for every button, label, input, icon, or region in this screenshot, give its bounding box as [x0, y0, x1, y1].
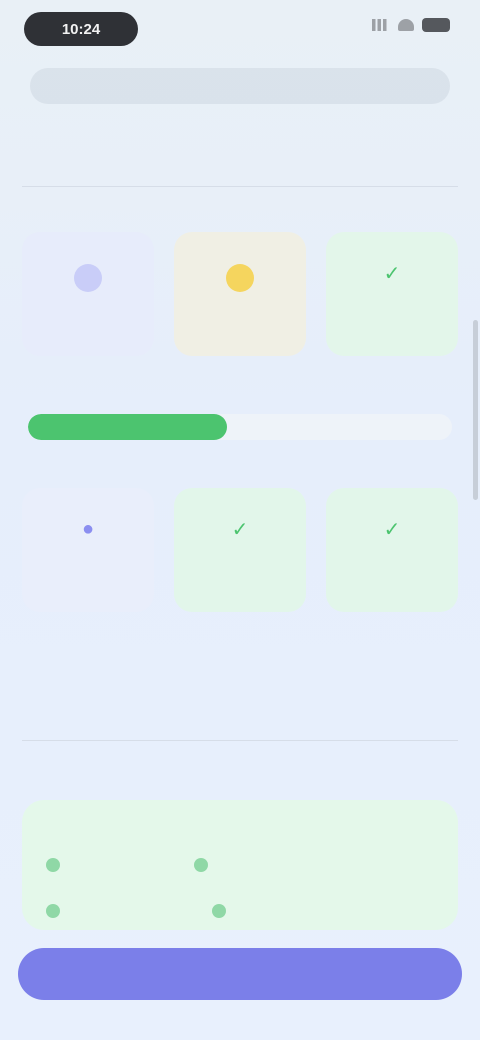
- progress-label: [28, 394, 452, 410]
- progress-bar: [28, 414, 452, 440]
- status-bar: 10:24: [0, 0, 480, 60]
- check-icon: [194, 858, 208, 872]
- check-icon: [46, 858, 60, 872]
- status-time: 10:24: [24, 12, 138, 46]
- divider: [22, 740, 458, 741]
- check-icon: ✓: [383, 518, 401, 541]
- check-icon: ✓: [383, 262, 401, 285]
- status-card-complete[interactable]: ✓: [174, 488, 306, 612]
- stat-card-warning[interactable]: [174, 232, 306, 356]
- battery-icon: [422, 18, 450, 32]
- status-card-complete[interactable]: ✓: [326, 488, 458, 612]
- check-icon: [212, 904, 226, 918]
- check-icon: ✓: [231, 518, 249, 541]
- divider: [22, 186, 458, 187]
- dot-icon: ●: [81, 517, 95, 540]
- scrollbar[interactable]: [473, 320, 478, 500]
- check-icon: [46, 904, 60, 918]
- wifi-icon: [398, 19, 414, 31]
- submit-button[interactable]: [18, 948, 462, 1000]
- condition-item: [212, 904, 234, 918]
- stat-card-primary[interactable]: [22, 232, 154, 356]
- progress-fill: [28, 414, 228, 440]
- stat-card-success[interactable]: ✓: [326, 232, 458, 356]
- system-icons: [372, 18, 450, 32]
- condition-item: [46, 904, 68, 918]
- progress-section: [28, 394, 452, 440]
- condition-item: [194, 858, 216, 872]
- stat-badge: [226, 264, 254, 292]
- conditions-panel: [22, 800, 458, 930]
- signal-icon: [372, 19, 390, 31]
- stat-badge: [74, 264, 102, 292]
- address-bar[interactable]: [30, 68, 450, 104]
- condition-item: [46, 858, 68, 872]
- status-card-pending[interactable]: ●: [22, 488, 154, 612]
